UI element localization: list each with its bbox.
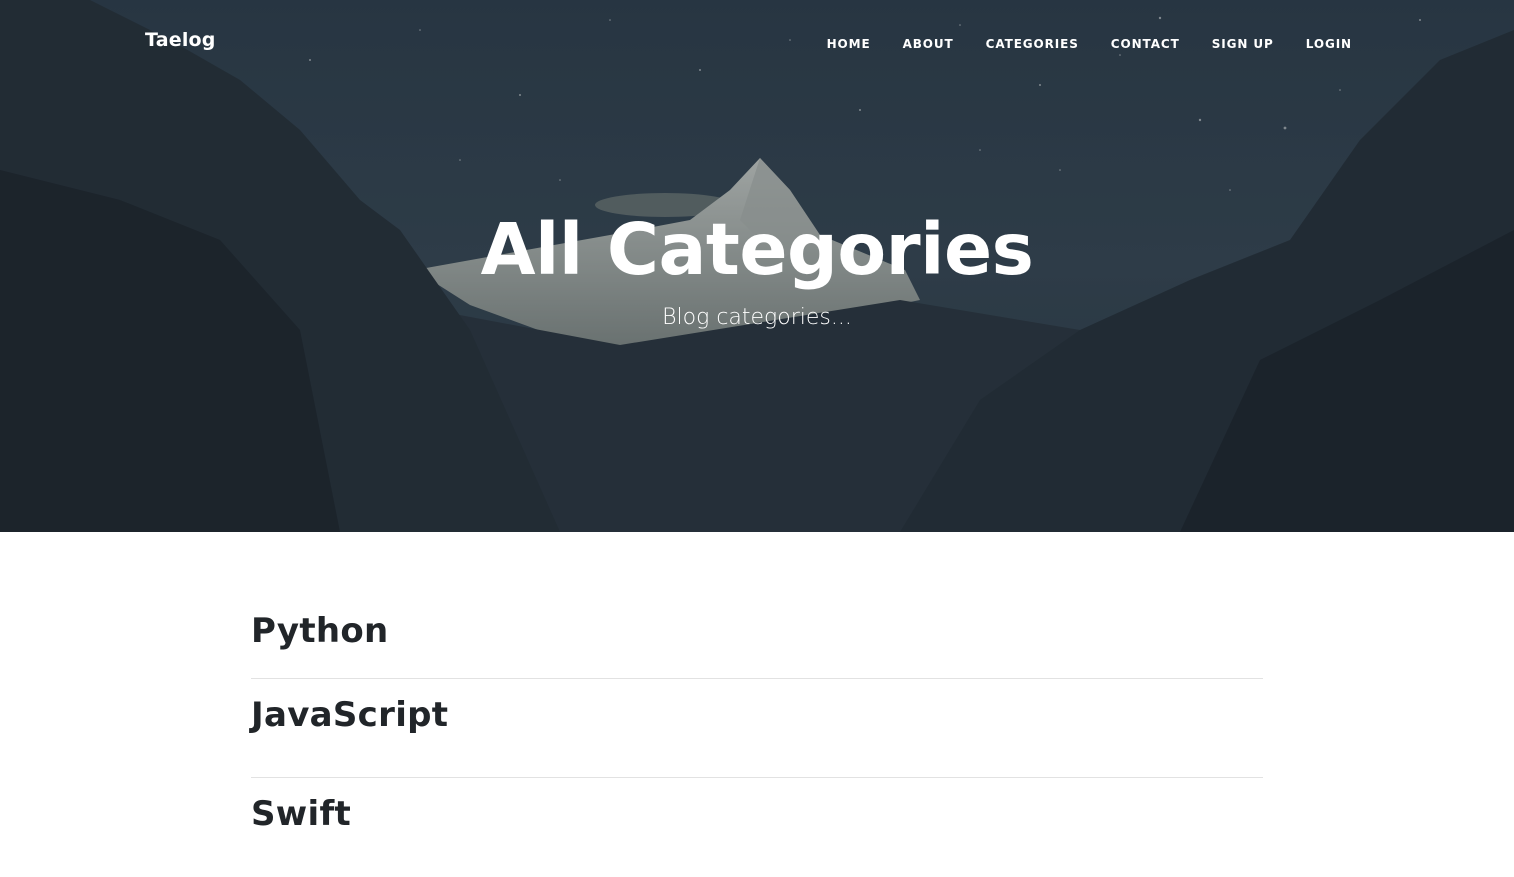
nav-link-about[interactable]: ABOUT [903, 37, 954, 51]
nav-item-about: ABOUT [903, 33, 954, 52]
nav-link-signup[interactable]: SIGN UP [1212, 37, 1274, 51]
nav-link-home[interactable]: HOME [827, 37, 871, 51]
category-item: Python [251, 596, 1263, 679]
category-item: JavaScript [251, 679, 1263, 778]
brand-logo-link[interactable]: Taelog [145, 29, 216, 51]
nav-link-contact[interactable]: CONTACT [1111, 37, 1180, 51]
page-heading: All Categories Blog categories... [0, 205, 1514, 331]
nav-menu: HOME ABOUT CATEGORIES CONTACT SIGN UP LO… [827, 33, 1352, 52]
category-item: Swift [251, 778, 1263, 877]
nav-item-contact: CONTACT [1111, 33, 1180, 52]
nav-item-login: LOGIN [1306, 33, 1352, 52]
nav-link-categories[interactable]: CATEGORIES [986, 37, 1079, 51]
category-list: Python JavaScript Swift [251, 596, 1263, 877]
masthead: Taelog HOME ABOUT CATEGORIES CONTACT SIG… [0, 0, 1514, 532]
page-subtitle: Blog categories... [662, 305, 852, 330]
navbar: Taelog HOME ABOUT CATEGORIES CONTACT SIG… [0, 0, 1514, 82]
category-link-swift[interactable]: Swift [251, 794, 351, 834]
category-link-javascript[interactable]: JavaScript [251, 695, 448, 735]
page-title: All Categories [480, 208, 1034, 291]
category-link-python[interactable]: Python [251, 611, 389, 651]
nav-item-signup: SIGN UP [1212, 33, 1274, 52]
nav-item-home: HOME [827, 33, 871, 52]
nav-item-categories: CATEGORIES [986, 33, 1079, 52]
nav-link-login[interactable]: LOGIN [1306, 37, 1352, 51]
